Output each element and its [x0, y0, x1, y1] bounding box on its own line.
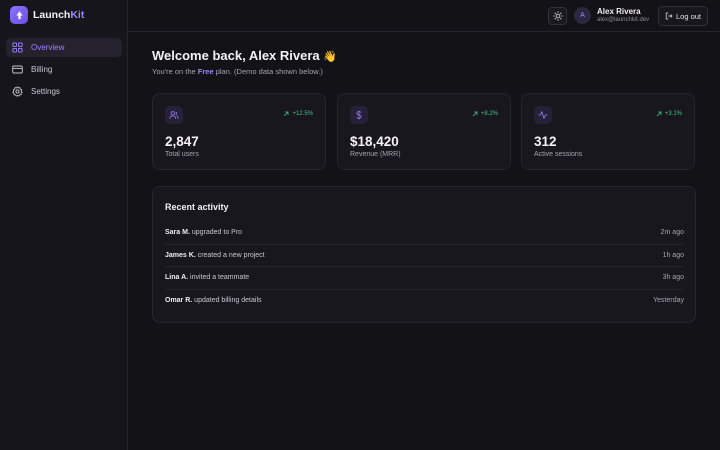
brand-name-part2: Kit: [70, 9, 85, 21]
user-email: alex@launchkit.dev: [597, 17, 650, 23]
logout-label: Log out: [675, 11, 702, 21]
activity-action: created a new project: [195, 251, 265, 259]
activity-text: James K. created a new project: [165, 252, 265, 259]
plan-subtitle-suffix: plan. (Demo data shown below.): [213, 67, 323, 76]
sidebar: LaunchKit Overview Billing Settings: [0, 0, 128, 450]
gear-icon: [12, 86, 23, 97]
activity-action: updated billing details: [192, 297, 262, 305]
stat-change-badge: +12.5%: [283, 111, 313, 117]
brand-name: LaunchKit: [33, 9, 84, 21]
theme-toggle-button[interactable]: [548, 7, 567, 25]
recent-activity-title: Recent activity: [165, 202, 229, 212]
stat-label: Revenue (MRR): [350, 151, 401, 158]
dollar-icon: [350, 106, 368, 124]
sun-icon: [552, 11, 563, 21]
activity-icon: [534, 106, 552, 124]
top-header: A Alex Rivera alex@launchkit.dev Log out: [128, 0, 720, 32]
arrow-up-right-icon: [472, 111, 478, 117]
list-item: Sara M. upgraded to Pro 2m ago: [165, 222, 684, 245]
list-item: James K. created a new project 1h ago: [165, 245, 684, 267]
activity-user: Sara M.: [165, 229, 190, 237]
activity-list: Sara M. upgraded to Pro 2m ago James K. …: [165, 222, 684, 312]
rocket-logo-icon: [10, 6, 28, 24]
sidebar-item-label: Settings: [31, 87, 60, 96]
activity-time: 2m ago: [660, 229, 684, 237]
activity-text: Sara M. upgraded to Pro: [165, 229, 242, 236]
stat-change-value: +12.5%: [292, 111, 313, 117]
brand-name-part1: Launch: [33, 9, 71, 21]
stat-change-value: +3.1%: [664, 111, 682, 117]
arrow-up-right-icon: [284, 111, 289, 117]
plan-subtitle-prefix: You're on the: [152, 67, 198, 76]
welcome-title-text: Welcome back, Alex Rivera: [152, 48, 320, 63]
logout-icon: [665, 12, 673, 20]
stat-value: 2,847: [165, 134, 199, 149]
sidebar-item-settings[interactable]: Settings: [6, 82, 122, 101]
activity-user: Omar R.: [165, 297, 193, 305]
plan-name: Free: [197, 67, 214, 76]
credit-card-icon: [12, 65, 23, 74]
sidebar-item-label: Overview: [31, 43, 65, 52]
sidebar-item-overview[interactable]: Overview: [6, 38, 122, 57]
stat-value: $18,420: [350, 134, 399, 149]
list-item: Lina A. invited a teammate 3h ago: [165, 267, 684, 290]
sidebar-item-label: Billing: [31, 65, 53, 74]
stat-card-total-users: +12.5% 2,847 Total users: [152, 93, 326, 170]
sidebar-nav: Overview Billing Settings: [6, 38, 122, 104]
stat-change-badge: +3.1%: [656, 111, 682, 117]
stat-card-revenue: +8.2% $18,420 Revenue (MRR): [337, 93, 511, 170]
logout-button[interactable]: Log out: [658, 6, 708, 26]
activity-action: invited a teammate: [188, 274, 250, 282]
stat-change-badge: +8.2%: [472, 111, 498, 117]
wave-emoji-icon: 👋: [323, 51, 337, 63]
activity-text: Omar R. updated billing details: [165, 297, 262, 304]
stat-card-active-sessions: +3.1% 312 Active sessions: [521, 93, 695, 170]
activity-action: upgraded to Pro: [189, 229, 243, 237]
activity-time: 3h ago: [662, 274, 684, 282]
plan-subtitle: You're on the Free plan. (Demo data show…: [152, 67, 323, 76]
avatar[interactable]: A: [574, 7, 591, 24]
stat-change-value: +8.2%: [480, 111, 498, 117]
brand[interactable]: LaunchKit: [10, 5, 84, 25]
grid-icon: [12, 42, 23, 53]
page-title: Welcome back, Alex Rivera 👋: [152, 48, 337, 63]
users-icon: [165, 106, 183, 124]
sidebar-item-billing[interactable]: Billing: [6, 60, 122, 79]
stat-value: 312: [534, 134, 557, 149]
stat-label: Total users: [165, 151, 199, 158]
activity-text: Lina A. invited a teammate: [165, 274, 249, 281]
list-item: Omar R. updated billing details Yesterda…: [165, 290, 684, 313]
activity-time: 1h ago: [662, 251, 684, 259]
recent-activity-card: Recent activity Sara M. upgraded to Pro …: [152, 186, 696, 323]
activity-user: James K.: [165, 251, 196, 259]
activity-user: Lina A.: [165, 274, 189, 282]
user-name: Alex Rivera: [597, 7, 641, 16]
activity-time: Yesterday: [653, 297, 684, 305]
stat-label: Active sessions: [534, 151, 583, 158]
arrow-up-right-icon: [656, 111, 662, 117]
